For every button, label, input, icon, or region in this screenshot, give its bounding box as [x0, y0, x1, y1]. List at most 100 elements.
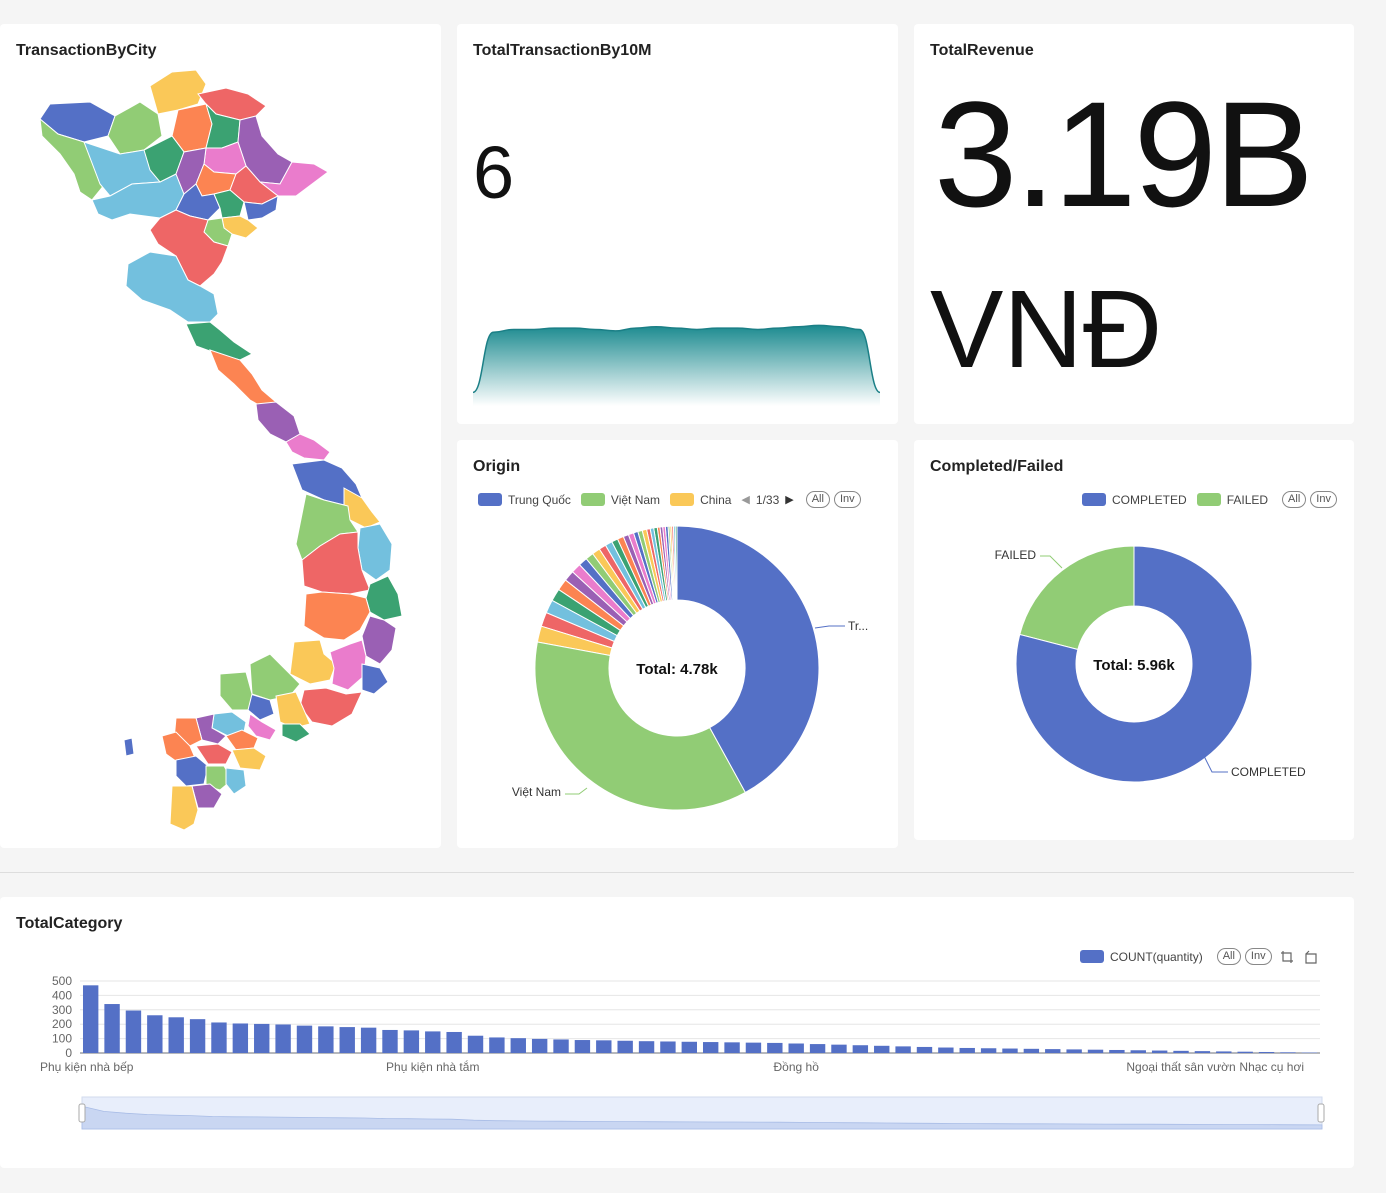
bar[interactable]: [745, 1042, 762, 1053]
bar[interactable]: [916, 1046, 933, 1053]
bar[interactable]: [767, 1042, 783, 1053]
bar[interactable]: [1045, 1049, 1061, 1053]
bar[interactable]: [1237, 1051, 1253, 1053]
y-tick-label: 500: [52, 974, 72, 988]
province-region[interactable]: [285, 433, 331, 461]
bar[interactable]: [553, 1039, 569, 1053]
bar[interactable]: [1280, 1052, 1296, 1053]
bar[interactable]: [1130, 1050, 1146, 1053]
revenue-card: TotalRevenue 3.19B VNĐ: [914, 24, 1354, 424]
bar[interactable]: [489, 1037, 505, 1053]
bar[interactable]: [125, 1010, 142, 1053]
zoom-handle-left[interactable]: [78, 1103, 86, 1123]
bar[interactable]: [724, 1042, 740, 1053]
bar[interactable]: [531, 1038, 548, 1053]
sparkline-chart[interactable]: [457, 24, 898, 424]
province-region[interactable]: [361, 663, 389, 695]
province-region[interactable]: [299, 687, 363, 727]
bar[interactable]: [617, 1040, 633, 1053]
bar[interactable]: [938, 1047, 954, 1053]
sparkline-area: [473, 325, 880, 406]
bar[interactable]: [1023, 1048, 1040, 1053]
bar[interactable]: [211, 1022, 227, 1053]
donut-center-label: Total: 5.96k: [1093, 657, 1175, 674]
bar[interactable]: [596, 1040, 612, 1053]
bar[interactable]: [147, 1015, 163, 1053]
bar[interactable]: [852, 1045, 869, 1053]
bar[interactable]: [788, 1043, 804, 1054]
bar[interactable]: [681, 1041, 697, 1053]
x-tick-label: Nhạc cụ hơi: [1239, 1060, 1304, 1074]
bar[interactable]: [980, 1048, 997, 1053]
category-bar-chart[interactable]: 0100200300400500 Phụ kiện nhà bếp Phụ kiện…: [0, 897, 1354, 1168]
bar[interactable]: [1151, 1050, 1168, 1053]
bar[interactable]: [104, 1004, 120, 1053]
bar[interactable]: [425, 1031, 441, 1053]
bar[interactable]: [275, 1024, 291, 1053]
bar[interactable]: [82, 985, 99, 1053]
y-tick-label: 400: [52, 988, 72, 1002]
province-region[interactable]: [303, 591, 371, 641]
bar[interactable]: [638, 1041, 655, 1053]
origin-donut-chart[interactable]: Total: 4.78k Tr... Việt Nam: [457, 440, 898, 848]
bar[interactable]: [809, 1044, 826, 1053]
bar[interactable]: [1258, 1051, 1275, 1053]
province-region[interactable]: [281, 723, 311, 743]
x-tick-label: Đồng hồ: [774, 1060, 820, 1074]
bar[interactable]: [660, 1041, 676, 1053]
x-tick-label: Ngoại thất sân vườn: [1126, 1060, 1235, 1074]
donut-center-label: Total: 4.78k: [636, 661, 718, 678]
bar[interactable]: [510, 1038, 526, 1053]
origin-card: Origin Trung Quốc Việt Nam China ◀ 1/33 …: [457, 440, 898, 848]
y-tick-label: 100: [52, 1032, 72, 1046]
province-region[interactable]: [361, 615, 397, 665]
bar[interactable]: [296, 1025, 313, 1053]
province-region[interactable]: [123, 737, 135, 757]
province-region[interactable]: [365, 575, 403, 621]
map-card: TransactionByCity: [0, 24, 441, 848]
province-region[interactable]: [219, 671, 253, 711]
section-divider: [0, 872, 1354, 873]
zoom-handle-right[interactable]: [1317, 1103, 1325, 1123]
province-region[interactable]: [329, 639, 367, 691]
bar[interactable]: [360, 1027, 377, 1053]
province-region[interactable]: [169, 785, 199, 831]
y-tick-label: 300: [52, 1003, 72, 1017]
province-region[interactable]: [175, 755, 209, 787]
bar[interactable]: [574, 1040, 591, 1053]
bar[interactable]: [959, 1047, 975, 1053]
bar[interactable]: [702, 1042, 719, 1053]
bar[interactable]: [1194, 1051, 1211, 1053]
bar[interactable]: [382, 1029, 398, 1053]
bar[interactable]: [1173, 1050, 1189, 1053]
bar[interactable]: [467, 1035, 484, 1053]
bar[interactable]: [1087, 1049, 1104, 1053]
donut-slice[interactable]: [1019, 545, 1135, 651]
bar[interactable]: [318, 1026, 334, 1053]
bar[interactable]: [254, 1023, 270, 1053]
x-tick-label: Phụ kiện nhà tắm: [386, 1059, 479, 1074]
bar[interactable]: [895, 1046, 911, 1053]
bar[interactable]: [1066, 1049, 1082, 1053]
province-region[interactable]: [255, 401, 301, 443]
bar[interactable]: [874, 1045, 890, 1053]
bar[interactable]: [1216, 1051, 1232, 1053]
province-region[interactable]: [289, 639, 337, 685]
slice-label: Việt Nam: [512, 785, 561, 799]
bar[interactable]: [1002, 1048, 1018, 1053]
province-region[interactable]: [225, 767, 247, 795]
bar[interactable]: [446, 1031, 462, 1053]
bar[interactable]: [189, 1019, 206, 1053]
bar[interactable]: [831, 1044, 847, 1053]
bar[interactable]: [232, 1023, 249, 1053]
y-tick-label: 200: [52, 1017, 72, 1031]
vietnam-map[interactable]: [0, 24, 441, 848]
y-tick-label: 0: [65, 1046, 72, 1060]
bar[interactable]: [339, 1027, 355, 1053]
status-donut-chart[interactable]: Total: 5.96k FAILED COMPLETED: [914, 440, 1354, 840]
revenue-unit: VNĐ: [930, 268, 1163, 391]
bar[interactable]: [1109, 1049, 1125, 1053]
province-region[interactable]: [231, 747, 267, 771]
bar[interactable]: [168, 1017, 184, 1053]
bar[interactable]: [403, 1030, 420, 1053]
